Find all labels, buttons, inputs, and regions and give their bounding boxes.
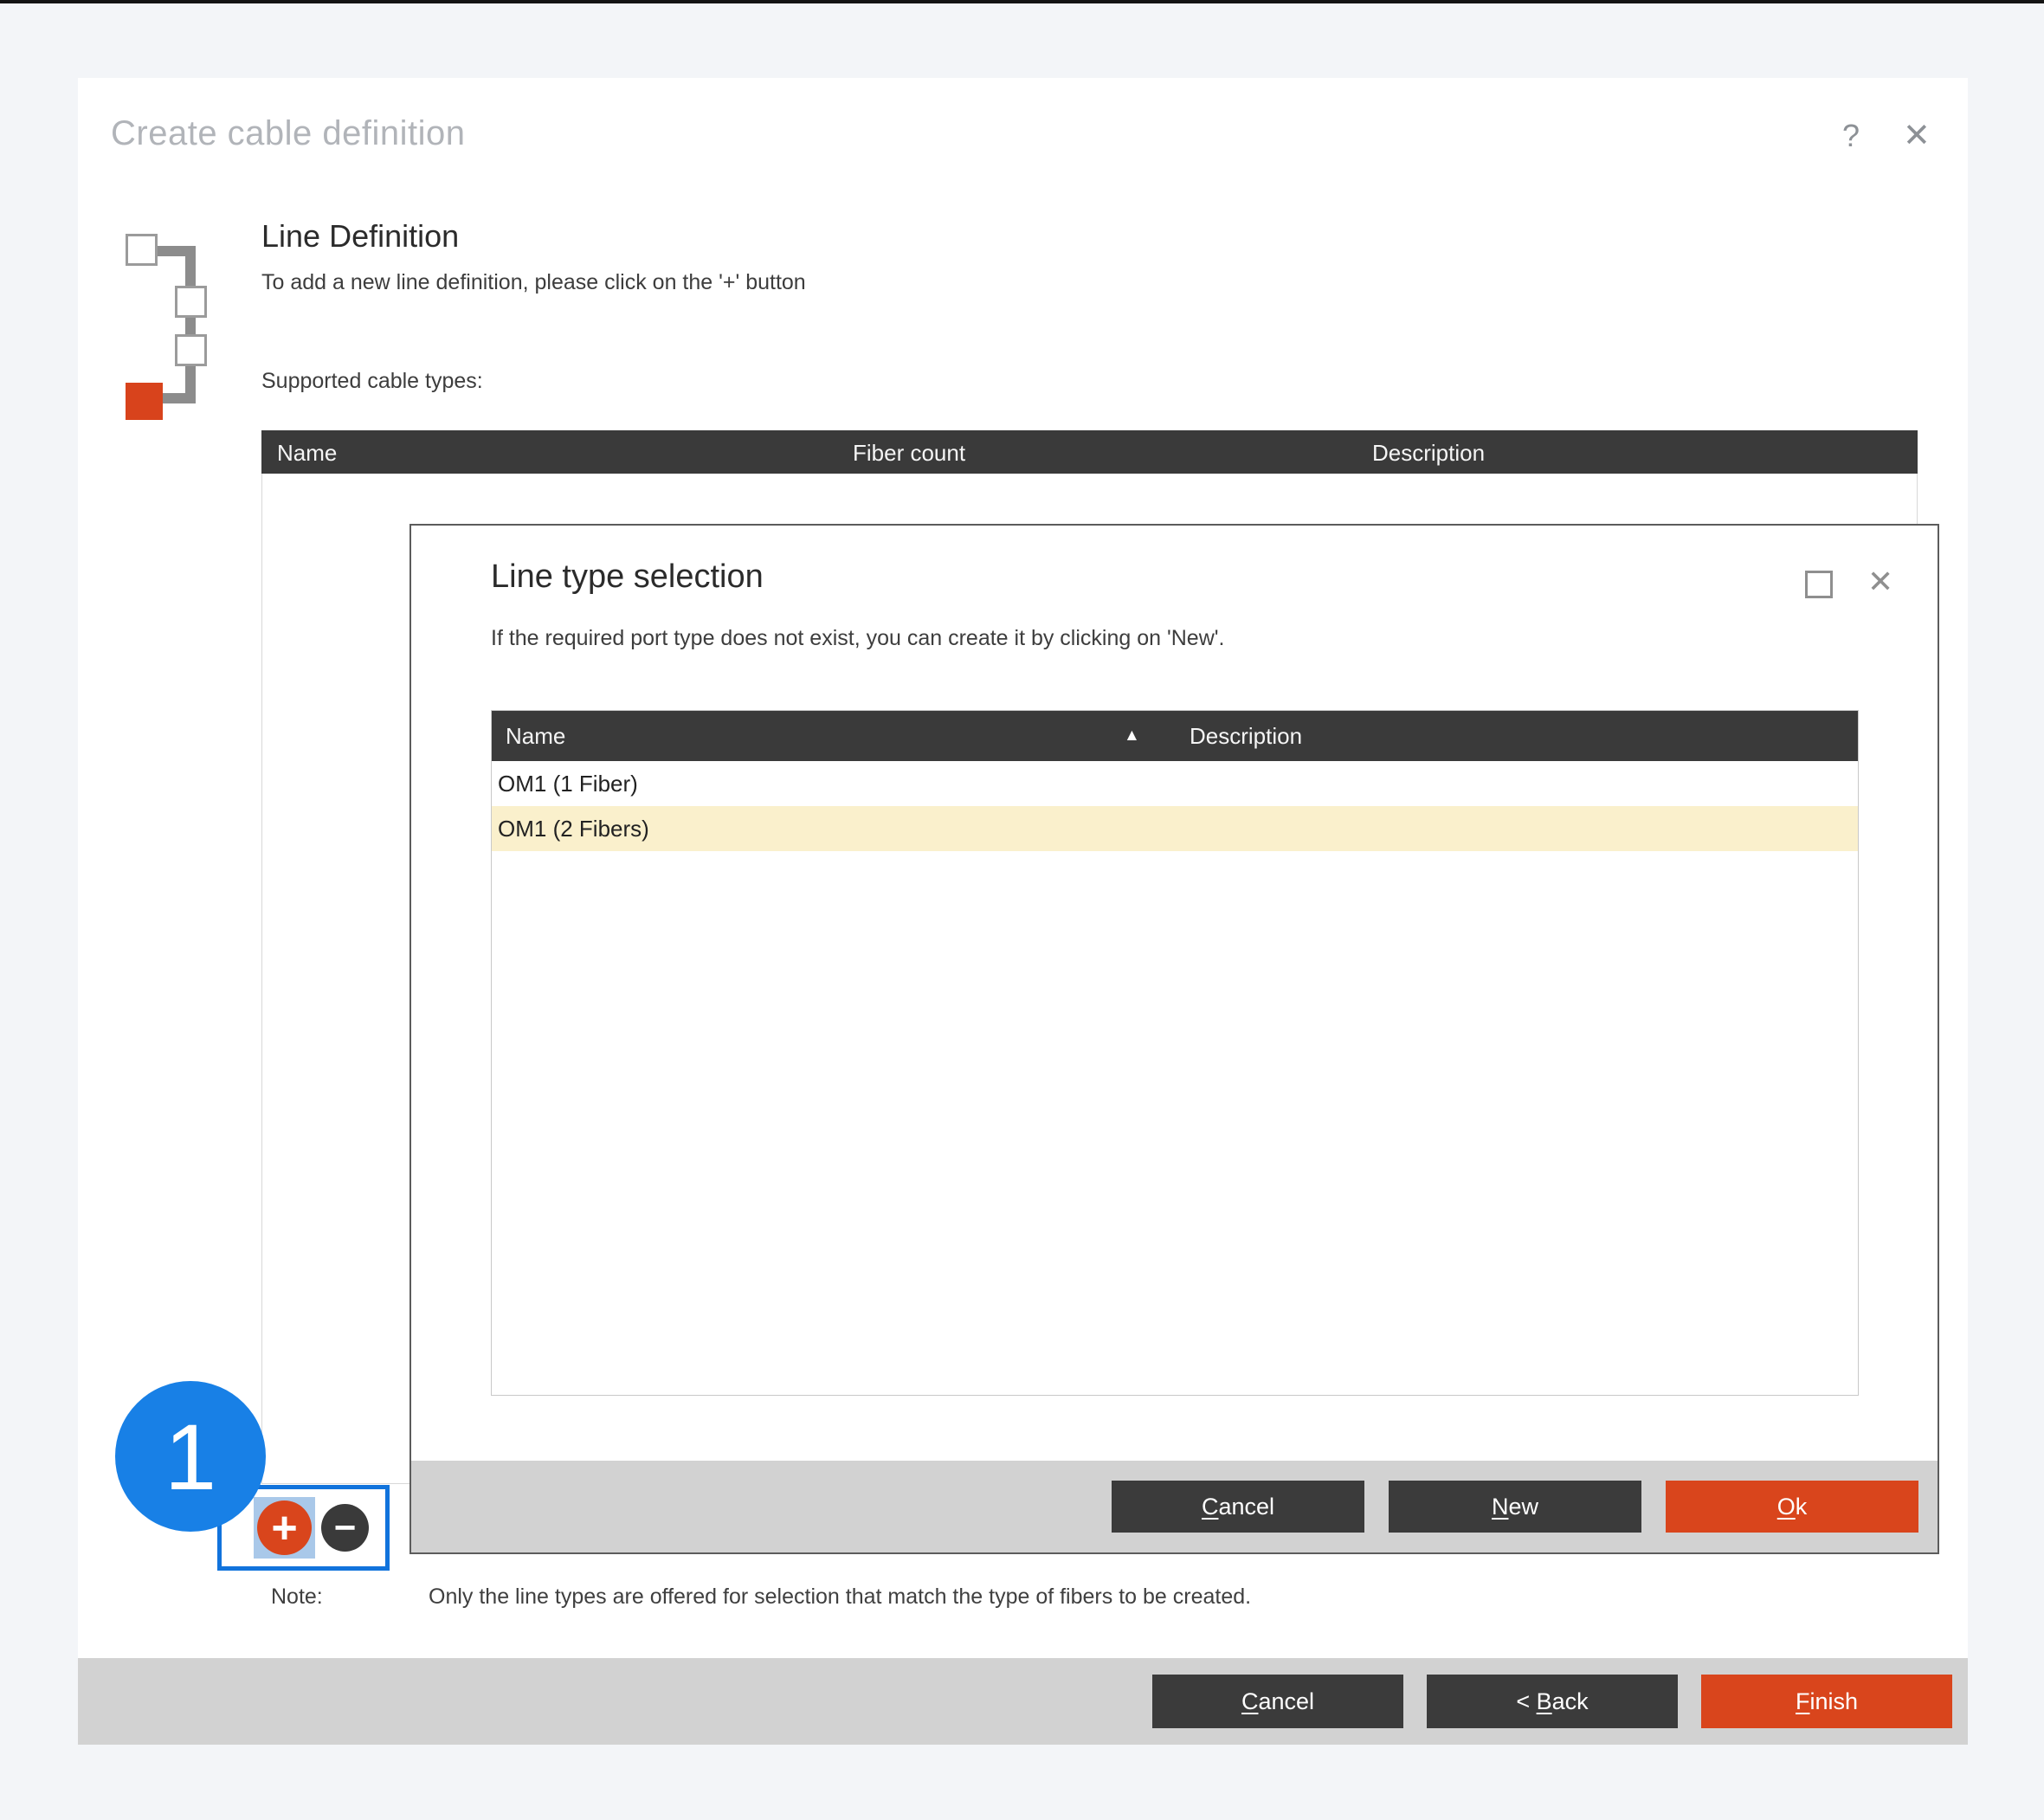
wizard-footer: Cancel < Back Finish [78, 1658, 1968, 1745]
step-square-3 [175, 334, 207, 366]
finish-label-rest: inish [1809, 1688, 1858, 1715]
column-header-description[interactable]: Description [1190, 723, 1302, 750]
step-connector-top [155, 246, 196, 256]
help-icon[interactable]: ? [1842, 118, 1860, 154]
annotation-step-number: 1 [164, 1403, 216, 1511]
row-name: OM1 (1 Fiber) [498, 771, 638, 797]
column-header-fiber-count[interactable]: Fiber count [853, 440, 965, 467]
sort-ascending-icon: ▲ [1124, 726, 1140, 745]
minus-icon: − [334, 1509, 357, 1547]
column-header-name[interactable]: Name [277, 440, 337, 467]
screenshot-stage: Create cable definition ? ✕ Line Definit… [0, 0, 2044, 1820]
page-instruction: To add a new line definition, please cli… [261, 270, 806, 295]
close-icon[interactable]: ✕ [1867, 564, 1893, 600]
cancel-label-rest: ancel [1258, 1688, 1314, 1715]
back-label-rest: ack [1552, 1688, 1589, 1715]
line-type-table: Name ▲ Description OM1 (1 Fiber) OM1 (2 … [491, 710, 1859, 1396]
supported-cable-types-label: Supported cable types: [261, 369, 483, 394]
line-type-table-header: Name ▲ Description [492, 711, 1858, 761]
line-type-selection-dialog: Line type selection ✕ If the required po… [409, 524, 1939, 1554]
note-label: Note: [271, 1584, 323, 1610]
dialog-title: Create cable definition [111, 114, 466, 153]
finish-button[interactable]: Finish [1701, 1675, 1952, 1728]
cancel-label-key: C [1241, 1688, 1259, 1715]
ok-label-rest: k [1796, 1494, 1808, 1520]
back-label-key: B [1537, 1688, 1552, 1715]
remove-line-button[interactable]: − [321, 1504, 369, 1552]
cancel-label-key: C [1202, 1494, 1219, 1520]
annotation-step-badge: 1 [115, 1381, 266, 1532]
plus-icon: + [271, 1506, 297, 1551]
finish-label-key: F [1796, 1688, 1810, 1715]
step-square-1 [126, 234, 158, 266]
row-name: OM1 (2 Fibers) [498, 816, 649, 842]
new-button[interactable]: New [1389, 1481, 1641, 1533]
line-type-dialog-subtitle: If the required port type does not exist… [491, 626, 1225, 651]
ok-button[interactable]: Ok [1666, 1481, 1918, 1533]
page-heading: Line Definition [261, 218, 459, 255]
step-connector-vertical [185, 246, 196, 403]
cable-table-header: Name Fiber count Description [261, 430, 1918, 474]
cancel-button[interactable]: Cancel [1152, 1675, 1403, 1728]
cancel-button[interactable]: Cancel [1112, 1481, 1364, 1533]
column-header-name[interactable]: Name [506, 723, 565, 750]
column-header-description[interactable]: Description [1372, 440, 1485, 467]
back-label-prefix: < [1516, 1688, 1536, 1715]
cancel-label-rest: ancel [1218, 1494, 1274, 1520]
wizard-step-indicator [126, 234, 208, 417]
new-label-key: N [1492, 1494, 1509, 1520]
line-type-dialog-title: Line type selection [491, 558, 764, 596]
table-row[interactable]: OM1 (1 Fiber) [492, 761, 1858, 806]
step-square-4-active [126, 383, 163, 420]
step-square-2 [175, 286, 207, 318]
maximize-icon[interactable] [1805, 571, 1833, 598]
line-type-dialog-footer: Cancel New Ok [411, 1461, 1938, 1552]
table-row-selected[interactable]: OM1 (2 Fibers) [492, 806, 1858, 851]
new-label-rest: ew [1508, 1494, 1538, 1520]
close-icon[interactable]: ✕ [1903, 116, 1931, 155]
back-button[interactable]: < Back [1427, 1675, 1678, 1728]
window-top-border [0, 0, 2044, 3]
note-text: Only the line types are offered for sele… [429, 1584, 1251, 1610]
ok-label-key: O [1777, 1494, 1796, 1520]
add-line-button[interactable]: + [257, 1501, 312, 1555]
